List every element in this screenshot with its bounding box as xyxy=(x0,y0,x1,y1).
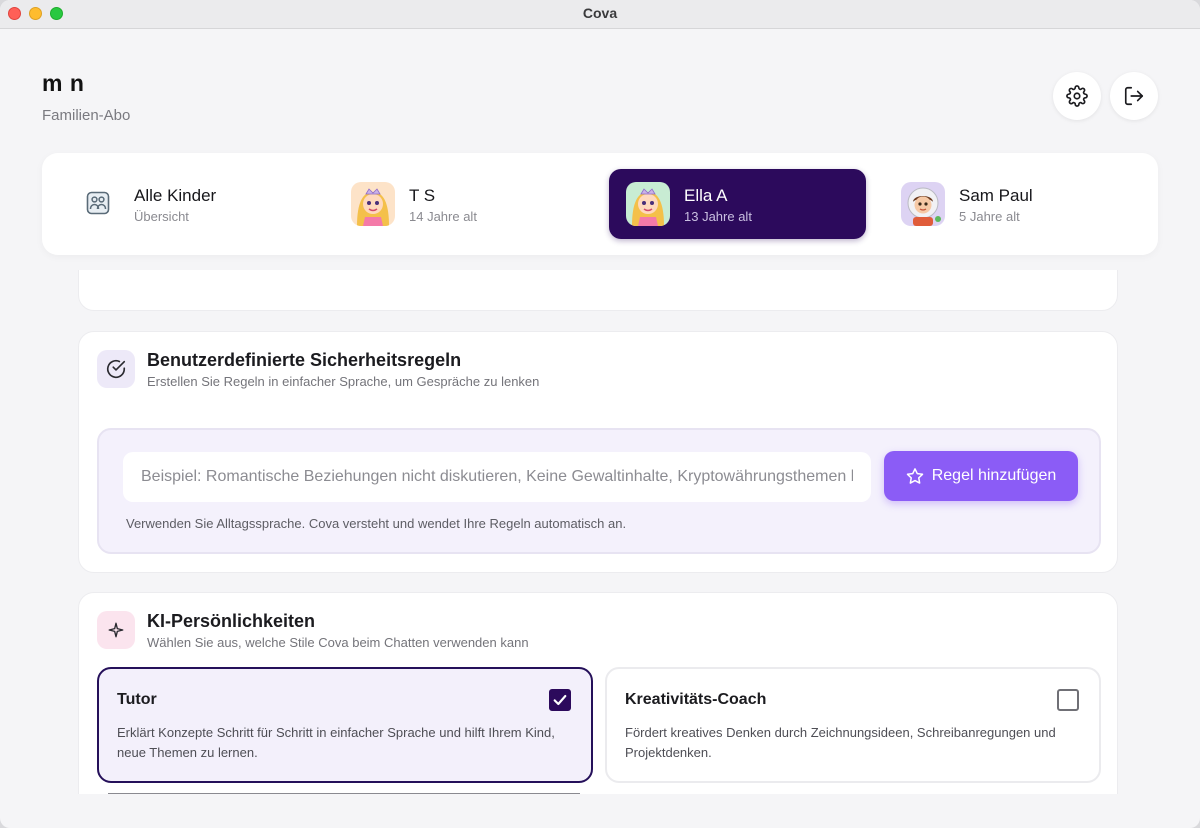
settings-button[interactable] xyxy=(1053,72,1101,120)
next-option-edge xyxy=(108,793,580,794)
add-rule-button[interactable]: Regel hinzufügen xyxy=(884,451,1078,501)
child-name: Ella A xyxy=(684,186,728,205)
child-subtitle: 5 Jahre alt xyxy=(959,209,1020,224)
child-tab-sam-paul[interactable]: Sam Paul 5 Jahre alt xyxy=(884,169,1141,239)
child-name: T S xyxy=(409,186,436,205)
user-name: m n xyxy=(42,70,85,96)
personality-description: Erklärt Konzepte Schritt für Schritt in … xyxy=(117,725,555,760)
princess-avatar xyxy=(351,182,395,226)
app-window: Cova m n Familien-Abo Alle Kinder Übersi… xyxy=(0,0,1200,828)
check-circle-icon xyxy=(97,350,135,388)
ai-personalities-card: KI-Persönlichkeiten Wählen Sie aus, welc… xyxy=(78,592,1118,794)
previous-settings-card xyxy=(78,270,1118,311)
child-subtitle: 13 Jahre alt xyxy=(684,209,752,224)
logout-button[interactable] xyxy=(1110,72,1158,120)
logout-icon xyxy=(1124,86,1144,106)
rule-hint: Verwenden Sie Alltagssprache. Cova verst… xyxy=(126,516,627,531)
checkmark-icon xyxy=(553,694,567,706)
personality-checkbox[interactable] xyxy=(1057,689,1079,711)
section-subtitle: Erstellen Sie Regeln in einfacher Sprach… xyxy=(147,374,540,389)
subscription-plan: Familien-Abo xyxy=(42,107,131,124)
rule-entry-box: Regel hinzufügen Verwenden Sie Alltagssp… xyxy=(97,428,1101,554)
child-tab-ella-a[interactable]: Ella A 13 Jahre alt xyxy=(609,169,866,239)
personality-description: Fördert kreatives Denken durch Zeichnung… xyxy=(625,725,1056,760)
settings-scroll-area[interactable]: Benutzerdefinierte Sicherheitsregeln Ers… xyxy=(0,270,1200,794)
child-tab-all[interactable]: Alle Kinder Übersicht xyxy=(42,169,299,239)
child-subtitle: Übersicht xyxy=(134,209,189,224)
child-tab-t-s[interactable]: T S 14 Jahre alt xyxy=(334,169,591,239)
section-title: KI-Persönlichkeiten xyxy=(147,611,316,631)
astronaut-avatar xyxy=(901,182,945,226)
gear-icon xyxy=(1066,85,1088,107)
child-name: Alle Kinder xyxy=(134,186,217,205)
star-icon xyxy=(906,468,923,484)
princess-avatar xyxy=(626,182,670,226)
family-icon xyxy=(86,191,110,215)
window-title: Cova xyxy=(582,5,618,21)
sparkle-icon xyxy=(97,611,135,649)
add-rule-label: Regel hinzufügen xyxy=(931,467,1057,484)
personality-checkbox[interactable] xyxy=(549,689,571,711)
personality-option-tutor[interactable]: Tutor Erklärt Konzepte Schritt für Schri… xyxy=(97,667,593,783)
child-name: Sam Paul xyxy=(959,186,1033,205)
personality-title: Tutor xyxy=(117,691,157,708)
personality-option-creativity-coach[interactable]: Kreativitäts-Coach Fördert kreatives Den… xyxy=(605,667,1101,783)
rule-input[interactable] xyxy=(123,452,871,502)
child-subtitle: 14 Jahre alt xyxy=(409,209,477,224)
section-subtitle: Wählen Sie aus, welche Stile Cova beim C… xyxy=(147,635,529,650)
child-selector: Alle Kinder Übersicht T S 14 Jahre alt E… xyxy=(42,153,1158,255)
custom-safety-rules-card: Benutzerdefinierte Sicherheitsregeln Ers… xyxy=(78,331,1118,573)
section-title: Benutzerdefinierte Sicherheitsregeln xyxy=(147,350,462,370)
title-bar: Cova xyxy=(0,0,1200,29)
personality-title: Kreativitäts-Coach xyxy=(625,691,767,708)
